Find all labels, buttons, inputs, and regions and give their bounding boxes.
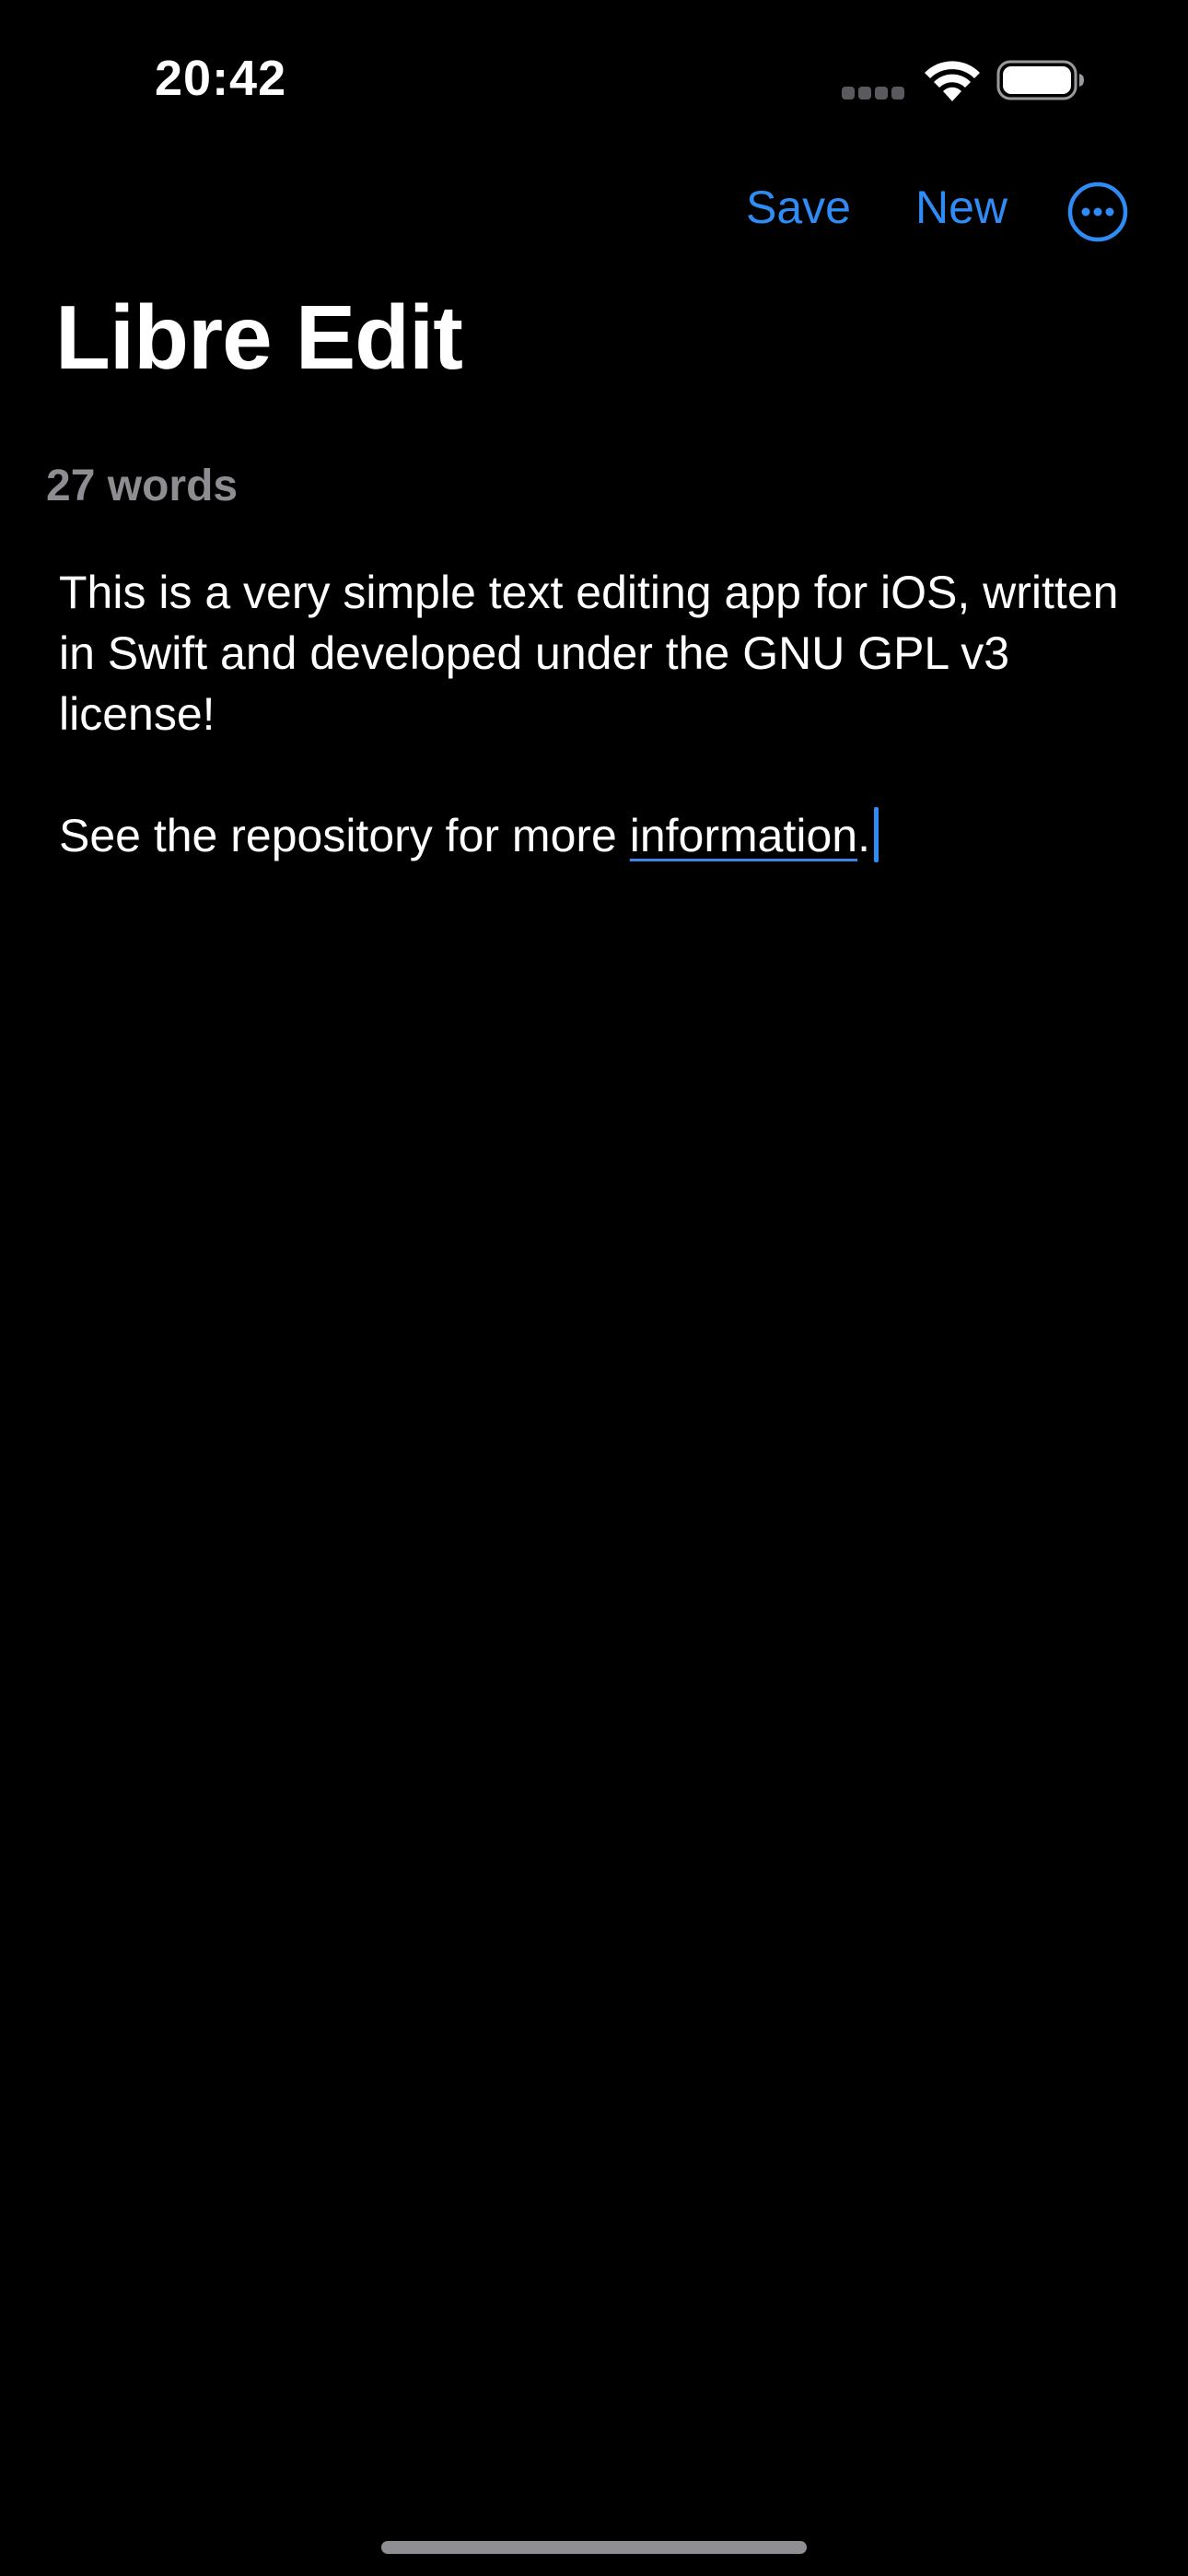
- page-title: Libre Edit: [55, 287, 463, 388]
- save-button[interactable]: Save: [746, 181, 851, 234]
- home-indicator[interactable]: [381, 2541, 807, 2554]
- battery-icon: [996, 60, 1084, 100]
- status-time: 20:42: [155, 51, 287, 106]
- new-button[interactable]: New: [915, 181, 1007, 234]
- editor-paragraph: This is a very simple text editing app f…: [59, 567, 1119, 740]
- editor-paragraph: See the repository for more information.: [59, 805, 1146, 866]
- ellipsis-circle-icon[interactable]: [1066, 181, 1129, 243]
- cellular-signal-icon: [842, 87, 906, 101]
- editor-text-suffix: .: [857, 810, 870, 861]
- wifi-icon: [925, 61, 980, 101]
- text-editor[interactable]: This is a very simple text editing app f…: [59, 562, 1146, 866]
- spell-underlined-word[interactable]: information: [630, 810, 857, 861]
- word-count-label: 27 words: [46, 462, 239, 510]
- status-bar: 20:42: [0, 0, 1188, 157]
- text-cursor: [873, 807, 879, 862]
- editor-text-prefix: See the repository for more: [59, 810, 630, 861]
